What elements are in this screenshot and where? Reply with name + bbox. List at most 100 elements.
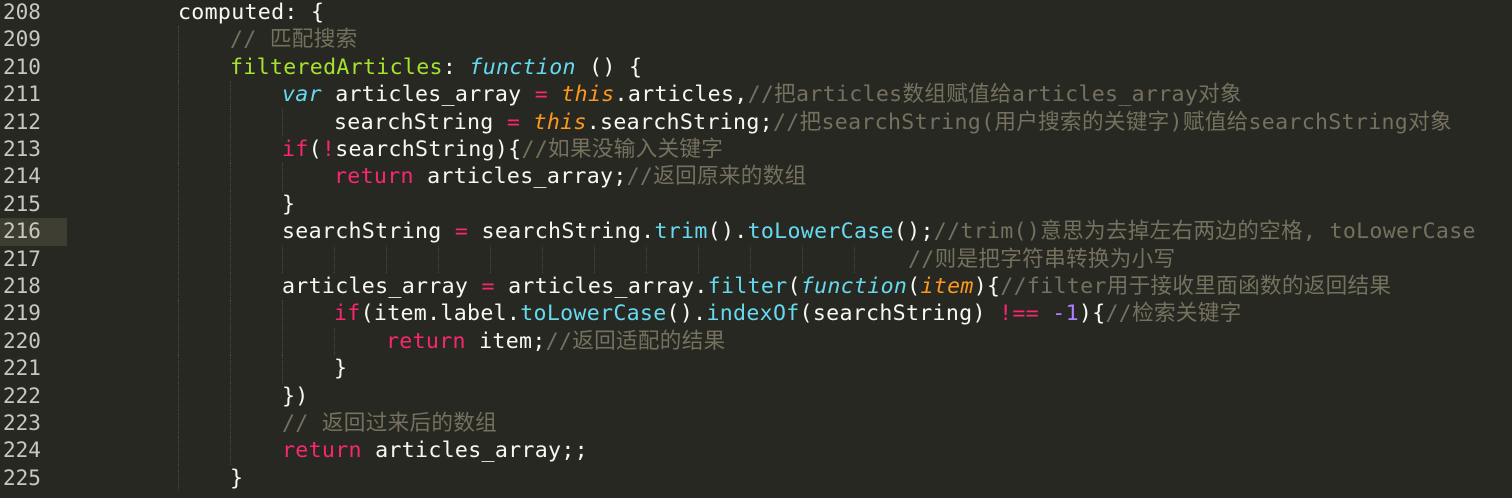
indent-guide — [282, 327, 283, 356]
code-token: (). — [666, 301, 707, 327]
code-text[interactable]: computed: { — [178, 0, 324, 26]
code-text[interactable]: filteredArticles: function () { — [230, 54, 642, 81]
code-text[interactable]: articles_array = articles_array.filter(f… — [282, 273, 1391, 300]
code-token: searchString){ — [335, 137, 522, 162]
indent-guide — [490, 245, 491, 273]
line-number: 210 — [3, 54, 41, 79]
indent-guide — [698, 245, 699, 273]
line-number: 224 — [3, 438, 41, 463]
code-line[interactable]: 221} — [0, 355, 1512, 383]
code-token: searchString — [334, 109, 507, 135]
line-number: 223 — [3, 411, 41, 435]
code-token: //则是把字符串转换为小写 — [908, 246, 1176, 272]
line-number: 225 — [3, 465, 41, 490]
code-text[interactable]: } — [282, 191, 295, 218]
code-line[interactable]: 213 if(!searchString){//如果没输入关键字 — [0, 136, 1512, 164]
code-line[interactable]: 220 return item;//返回适配的结果 — [0, 327, 1512, 356]
code-text[interactable]: // 匹配搜索 — [230, 26, 357, 53]
line-number: 208 — [3, 0, 41, 24]
indent-guide — [230, 327, 231, 356]
indent-guide — [178, 190, 179, 219]
code-token: trim — [654, 219, 708, 245]
code-token: function — [469, 54, 576, 80]
code-line[interactable]: 217 //则是把字符串转换为小写 — [0, 245, 1512, 273]
indent-guide — [178, 245, 179, 273]
code-text[interactable]: } — [334, 355, 347, 382]
code-text[interactable]: return articles_array;//返回原来的数组 — [334, 163, 806, 190]
indent-guide — [802, 245, 803, 273]
indent-guide — [282, 163, 283, 191]
code-line[interactable]: 215} — [0, 190, 1512, 219]
code-text[interactable]: // 返回过来后的数组 — [282, 410, 497, 437]
code-token: (); — [893, 219, 934, 245]
indent-guide — [386, 245, 387, 273]
indent-guide — [178, 464, 179, 493]
code-token: articles_array;; — [361, 438, 588, 464]
code-text[interactable]: if(!searchString){//如果没输入关键字 — [282, 136, 723, 163]
code-token: .searchString; — [586, 109, 773, 135]
code-token: = — [454, 219, 469, 245]
indent-guide — [542, 245, 543, 273]
code-text[interactable]: var articles_array = this.articles,//把ar… — [282, 81, 1242, 108]
code-token: = — [481, 274, 495, 299]
indent-guide — [178, 108, 179, 136]
code-line[interactable]: 216 searchString = searchString.trim().to… — [0, 218, 1512, 246]
indent-guide — [230, 136, 231, 164]
code-line[interactable]: 209 // 匹配搜索 — [0, 26, 1512, 54]
code-line[interactable]: 225} — [0, 464, 1512, 493]
code-token: = — [534, 82, 549, 108]
code-token: item; — [465, 328, 546, 354]
code-token: toLowerCase — [747, 219, 894, 245]
code-token: searchString. — [468, 219, 655, 245]
indent-guide — [438, 245, 439, 273]
code-line[interactable]: 224 return articles_array;; — [0, 437, 1512, 465]
code-token: articles_array. — [494, 274, 708, 299]
code-line[interactable]: 208 computed: { — [0, 0, 1512, 26]
line-number: 217 — [3, 246, 41, 271]
code-line[interactable]: 211 var articles_array = this.articles,//… — [0, 81, 1512, 109]
code-token: // 返回过来后的数组 — [282, 411, 498, 436]
line-number: 212 — [3, 109, 41, 134]
code-line[interactable]: 210 filteredArticles: function () { — [0, 53, 1512, 82]
code-editor[interactable]: 208 computed: {209 // 匹配搜索 210 filteredArtic… — [0, 0, 1512, 498]
code-text[interactable]: } — [230, 465, 243, 492]
code-line[interactable]: 214 return articles_array;//返回原来的数组 — [0, 163, 1512, 191]
code-token: //检索关键字 — [1105, 301, 1242, 327]
code-line[interactable]: 222}) — [0, 382, 1512, 410]
code-text[interactable]: //则是把字符串转换为小写 — [908, 246, 1175, 273]
indent-guide — [750, 245, 751, 273]
indent-guide — [594, 245, 595, 273]
indent-guide — [178, 327, 179, 356]
code-text[interactable]: return item;//返回适配的结果 — [386, 328, 725, 355]
indent-guide — [178, 355, 179, 383]
indent-guide — [334, 327, 335, 356]
code-line[interactable]: 223 // 返回过来后的数组 — [0, 410, 1512, 438]
indent-guide — [230, 437, 231, 465]
code-text[interactable]: return articles_array;; — [282, 437, 588, 464]
indent-guide — [230, 355, 231, 383]
indent-guide — [178, 136, 179, 164]
code-token: //返回原来的数组 — [626, 164, 807, 190]
code-line[interactable]: 219 if(item.label.toLowerCase().indexOf(s… — [0, 300, 1512, 328]
indent-guide — [282, 245, 283, 273]
code-token: //返回适配的结果 — [545, 328, 726, 354]
code-token: articles_array — [321, 82, 535, 108]
code-token: //如果没输入关键字 — [521, 137, 724, 162]
code-text[interactable]: }) — [282, 383, 309, 410]
code-token: if — [282, 137, 309, 162]
indent-guide — [178, 382, 179, 410]
indent-guide — [334, 245, 335, 273]
code-token: //把articles数组赋值给articles_array对象 — [747, 82, 1242, 108]
code-text[interactable]: searchString = searchString.trim().toLow… — [282, 218, 1476, 245]
code-token: } — [334, 356, 348, 382]
code-line[interactable]: 218 articles_array = articles_array.filte… — [0, 273, 1512, 301]
code-text[interactable]: searchString = this.searchString;//把sear… — [334, 109, 1452, 136]
code-line[interactable]: 212 searchString = this.searchString;//把s… — [0, 108, 1512, 136]
code-token: -1 — [1052, 301, 1079, 327]
code-text[interactable]: if(item.label.toLowerCase().indexOf(sear… — [334, 300, 1242, 327]
code-token: .articles, — [614, 82, 748, 108]
code-token: = — [506, 109, 521, 135]
code-token: return — [386, 328, 466, 354]
